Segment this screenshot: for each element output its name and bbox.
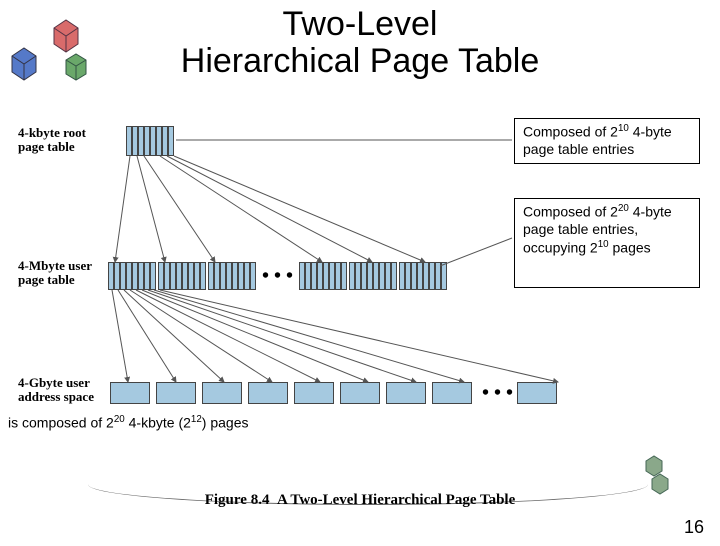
figure-caption: Figure 8.4 A Two-Level Hierarchical Page… <box>205 492 516 509</box>
title-line-1: Two-Level <box>283 5 438 43</box>
user-page-table-row: • • • <box>108 262 447 290</box>
ellipsis-icon: • • • <box>256 262 299 290</box>
address-space-row: • • • <box>110 382 563 405</box>
note-root: Composed of 210 4-byte page table entrie… <box>514 118 700 164</box>
page-title: Two-Level Hierarchical Page Table <box>0 6 720 81</box>
note-user: Composed of 220 4-byte page table entrie… <box>514 198 700 288</box>
title-line-2: Hierarchical Page Table <box>181 42 539 80</box>
label-user-page-table: 4-Mbyte userpage table <box>18 259 92 288</box>
decor-cubes-bottom <box>638 452 678 502</box>
ellipsis-icon: • • • <box>478 382 517 405</box>
note-bottom: is composed of 220 4-kbyte (212) pages <box>8 414 249 431</box>
root-page-table-block <box>126 126 174 156</box>
page-number: 16 <box>684 517 704 538</box>
label-root-page-table: 4-kbyte rootpage table <box>18 126 86 155</box>
label-user-address-space: 4-Gbyte useraddress space <box>18 376 94 405</box>
decor-cubes-top <box>6 18 106 88</box>
